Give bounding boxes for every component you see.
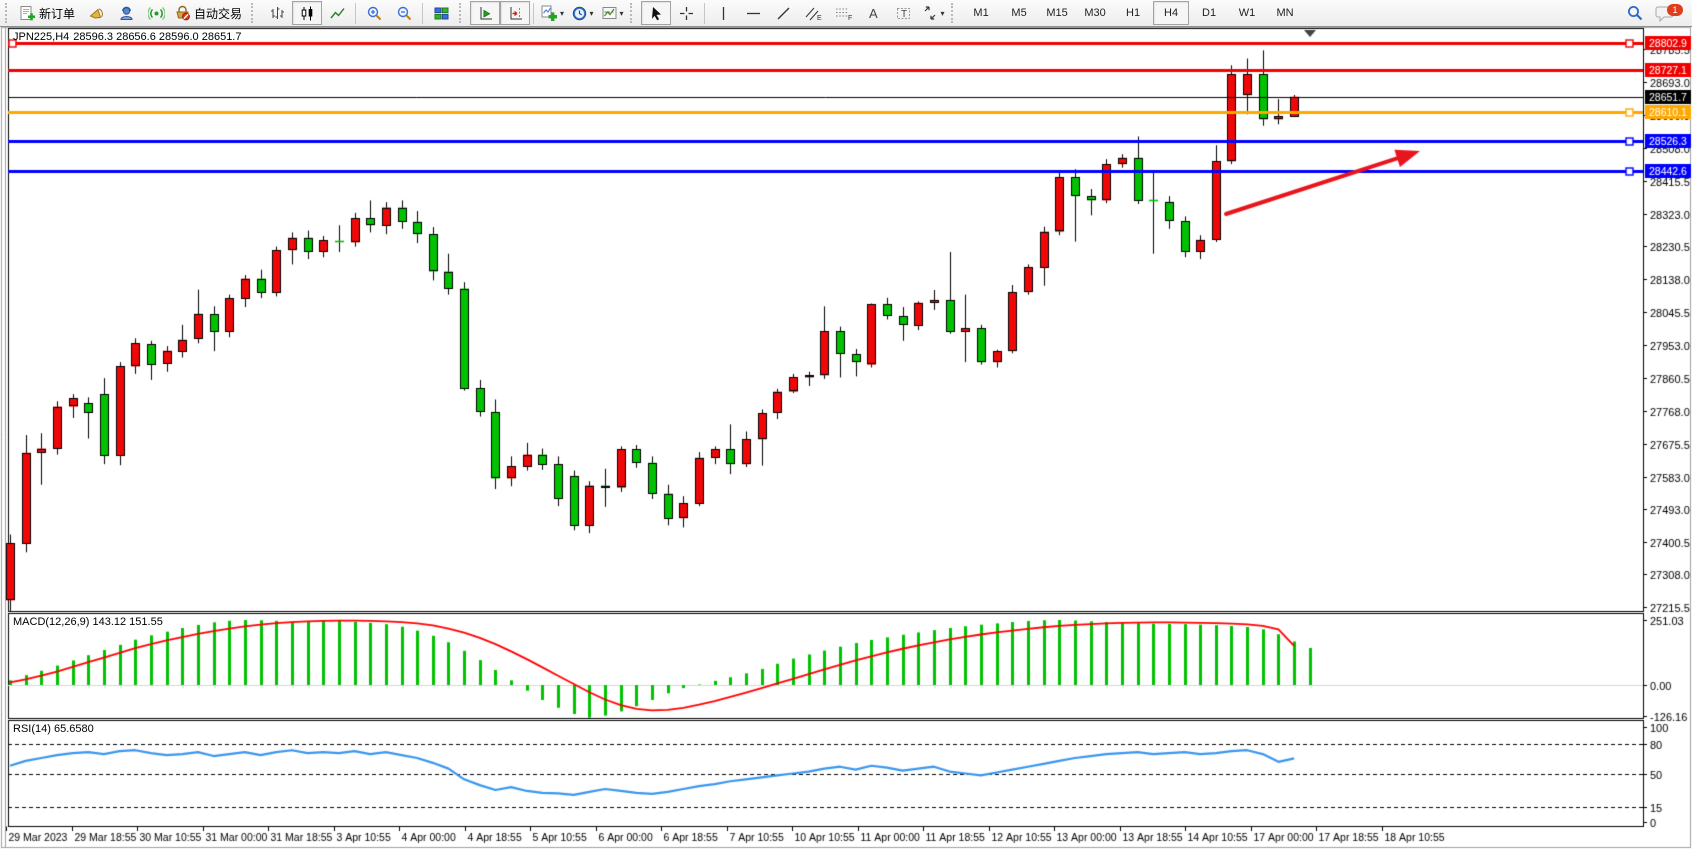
periods-button[interactable]: ▾ bbox=[567, 1, 597, 25]
svg-text:E: E bbox=[817, 15, 822, 22]
support-button[interactable] bbox=[111, 1, 141, 25]
search-icon bbox=[1626, 4, 1644, 22]
crosshair-button[interactable] bbox=[671, 1, 701, 25]
chart-title: JPN225,H4 28596.3 28656.6 28596.0 28651.7 bbox=[13, 31, 245, 43]
indicators-add-icon bbox=[540, 4, 558, 22]
timeframe-button-H4[interactable]: H4 bbox=[1153, 1, 1189, 25]
horn-icon bbox=[88, 5, 105, 22]
text-icon: A bbox=[865, 5, 882, 22]
crosshair-icon bbox=[678, 5, 695, 22]
tile-windows-icon bbox=[433, 5, 450, 22]
price-chart-canvas[interactable] bbox=[0, 0, 1692, 849]
toolbar-grip[interactable] bbox=[951, 3, 957, 23]
operator-icon bbox=[118, 5, 135, 22]
template-icon bbox=[601, 5, 618, 22]
arrows-button[interactable]: ▾ bbox=[918, 1, 948, 25]
tile-windows-button[interactable] bbox=[426, 1, 456, 25]
zoom-in-icon bbox=[366, 5, 383, 22]
notifications-button[interactable]: 1 bbox=[1650, 1, 1680, 25]
timeframe-button-M30[interactable]: M30 bbox=[1077, 1, 1113, 25]
svg-text:F: F bbox=[848, 15, 852, 22]
toolbar-separator bbox=[422, 3, 423, 24]
line-chart-button[interactable] bbox=[322, 1, 352, 25]
chart-shift-button[interactable] bbox=[500, 1, 530, 25]
cursor-button[interactable] bbox=[641, 1, 671, 25]
chart-window: 新订单 自动交易 bbox=[0, 0, 1692, 849]
toolbar-grip[interactable] bbox=[459, 3, 465, 23]
text-label-icon: T bbox=[895, 5, 912, 22]
horizontal-line-button[interactable] bbox=[738, 1, 768, 25]
candlestick-chart-icon bbox=[299, 5, 316, 22]
auto-scroll-icon bbox=[477, 5, 494, 22]
chart-symbol-period: JPN225,H4 bbox=[13, 31, 69, 43]
search-button[interactable] bbox=[1620, 1, 1650, 25]
trendline-icon bbox=[775, 5, 792, 22]
horizontal-line-icon bbox=[745, 5, 762, 22]
toolbar-separator bbox=[533, 3, 534, 24]
new-order-icon bbox=[19, 5, 36, 22]
text-label-button[interactable]: T bbox=[888, 1, 918, 25]
channel-button[interactable]: E bbox=[798, 1, 828, 25]
chart-ohlc-values: 28596.3 28656.6 28596.0 28651.7 bbox=[73, 31, 241, 43]
timeframe-group: M1M5M15M30H1H4D1W1MN bbox=[962, 1, 1304, 25]
new-order-button[interactable]: 新订单 bbox=[16, 1, 81, 25]
zoom-out-button[interactable] bbox=[389, 1, 419, 25]
chevron-down-icon: ▾ bbox=[560, 9, 564, 18]
timeframe-button-D1[interactable]: D1 bbox=[1191, 1, 1227, 25]
signal-icon bbox=[148, 5, 165, 22]
timeframe-button-W1[interactable]: W1 bbox=[1229, 1, 1265, 25]
main-toolbar: 新订单 自动交易 bbox=[0, 0, 1692, 27]
toolbar-separator bbox=[704, 3, 705, 24]
auto-trading-button[interactable]: 自动交易 bbox=[171, 1, 248, 25]
toolbar-separator bbox=[355, 3, 356, 24]
rsi-indicator-label: RSI(14) 65.6580 bbox=[13, 723, 94, 735]
signal-button[interactable] bbox=[141, 1, 171, 25]
timeframe-button-H1[interactable]: H1 bbox=[1115, 1, 1151, 25]
zoom-in-button[interactable] bbox=[359, 1, 389, 25]
timeframe-button-MN[interactable]: MN bbox=[1267, 1, 1303, 25]
new-order-label: 新订单 bbox=[39, 5, 75, 22]
channel-icon: E bbox=[804, 5, 823, 22]
trendline-button[interactable] bbox=[768, 1, 798, 25]
macd-indicator-label: MACD(12,26,9) 143.12 151.55 bbox=[13, 616, 163, 628]
bar-chart-button[interactable] bbox=[262, 1, 292, 25]
line-chart-icon bbox=[329, 5, 346, 22]
chevron-down-icon: ▾ bbox=[620, 9, 624, 18]
zoom-out-icon bbox=[396, 5, 413, 22]
text-button[interactable]: A bbox=[858, 1, 888, 25]
notification-badge: 1 bbox=[1667, 4, 1683, 16]
cursor-icon bbox=[648, 5, 665, 22]
toolbar-grip[interactable] bbox=[5, 3, 11, 23]
clock-icon bbox=[571, 5, 588, 22]
fibonacci-button[interactable]: F bbox=[828, 1, 858, 25]
candlestick-chart-button[interactable] bbox=[292, 1, 322, 25]
fibonacci-icon: F bbox=[834, 5, 853, 22]
svg-text:A: A bbox=[869, 6, 878, 21]
auto-scroll-button[interactable] bbox=[470, 1, 500, 25]
timeframe-button-M1[interactable]: M1 bbox=[963, 1, 999, 25]
arrows-icon bbox=[922, 5, 939, 22]
vertical-line-button[interactable] bbox=[708, 1, 738, 25]
bar-chart-icon bbox=[269, 5, 286, 22]
timeframe-button-M5[interactable]: M5 bbox=[1001, 1, 1037, 25]
toolbar-grip[interactable] bbox=[251, 3, 257, 23]
news-button[interactable] bbox=[81, 1, 111, 25]
auto-trading-label: 自动交易 bbox=[194, 5, 242, 22]
templates-button[interactable]: ▾ bbox=[597, 1, 627, 25]
auto-trading-icon bbox=[174, 5, 191, 22]
toolbar-grip[interactable] bbox=[630, 3, 636, 23]
chevron-down-icon: ▾ bbox=[590, 9, 594, 18]
timeframe-button-M15[interactable]: M15 bbox=[1039, 1, 1075, 25]
vertical-line-icon bbox=[715, 5, 732, 22]
chevron-down-icon: ▾ bbox=[941, 9, 945, 18]
chart-shift-icon bbox=[507, 5, 524, 22]
indicators-button[interactable]: ▾ bbox=[537, 1, 567, 25]
svg-text:T: T bbox=[901, 9, 907, 20]
